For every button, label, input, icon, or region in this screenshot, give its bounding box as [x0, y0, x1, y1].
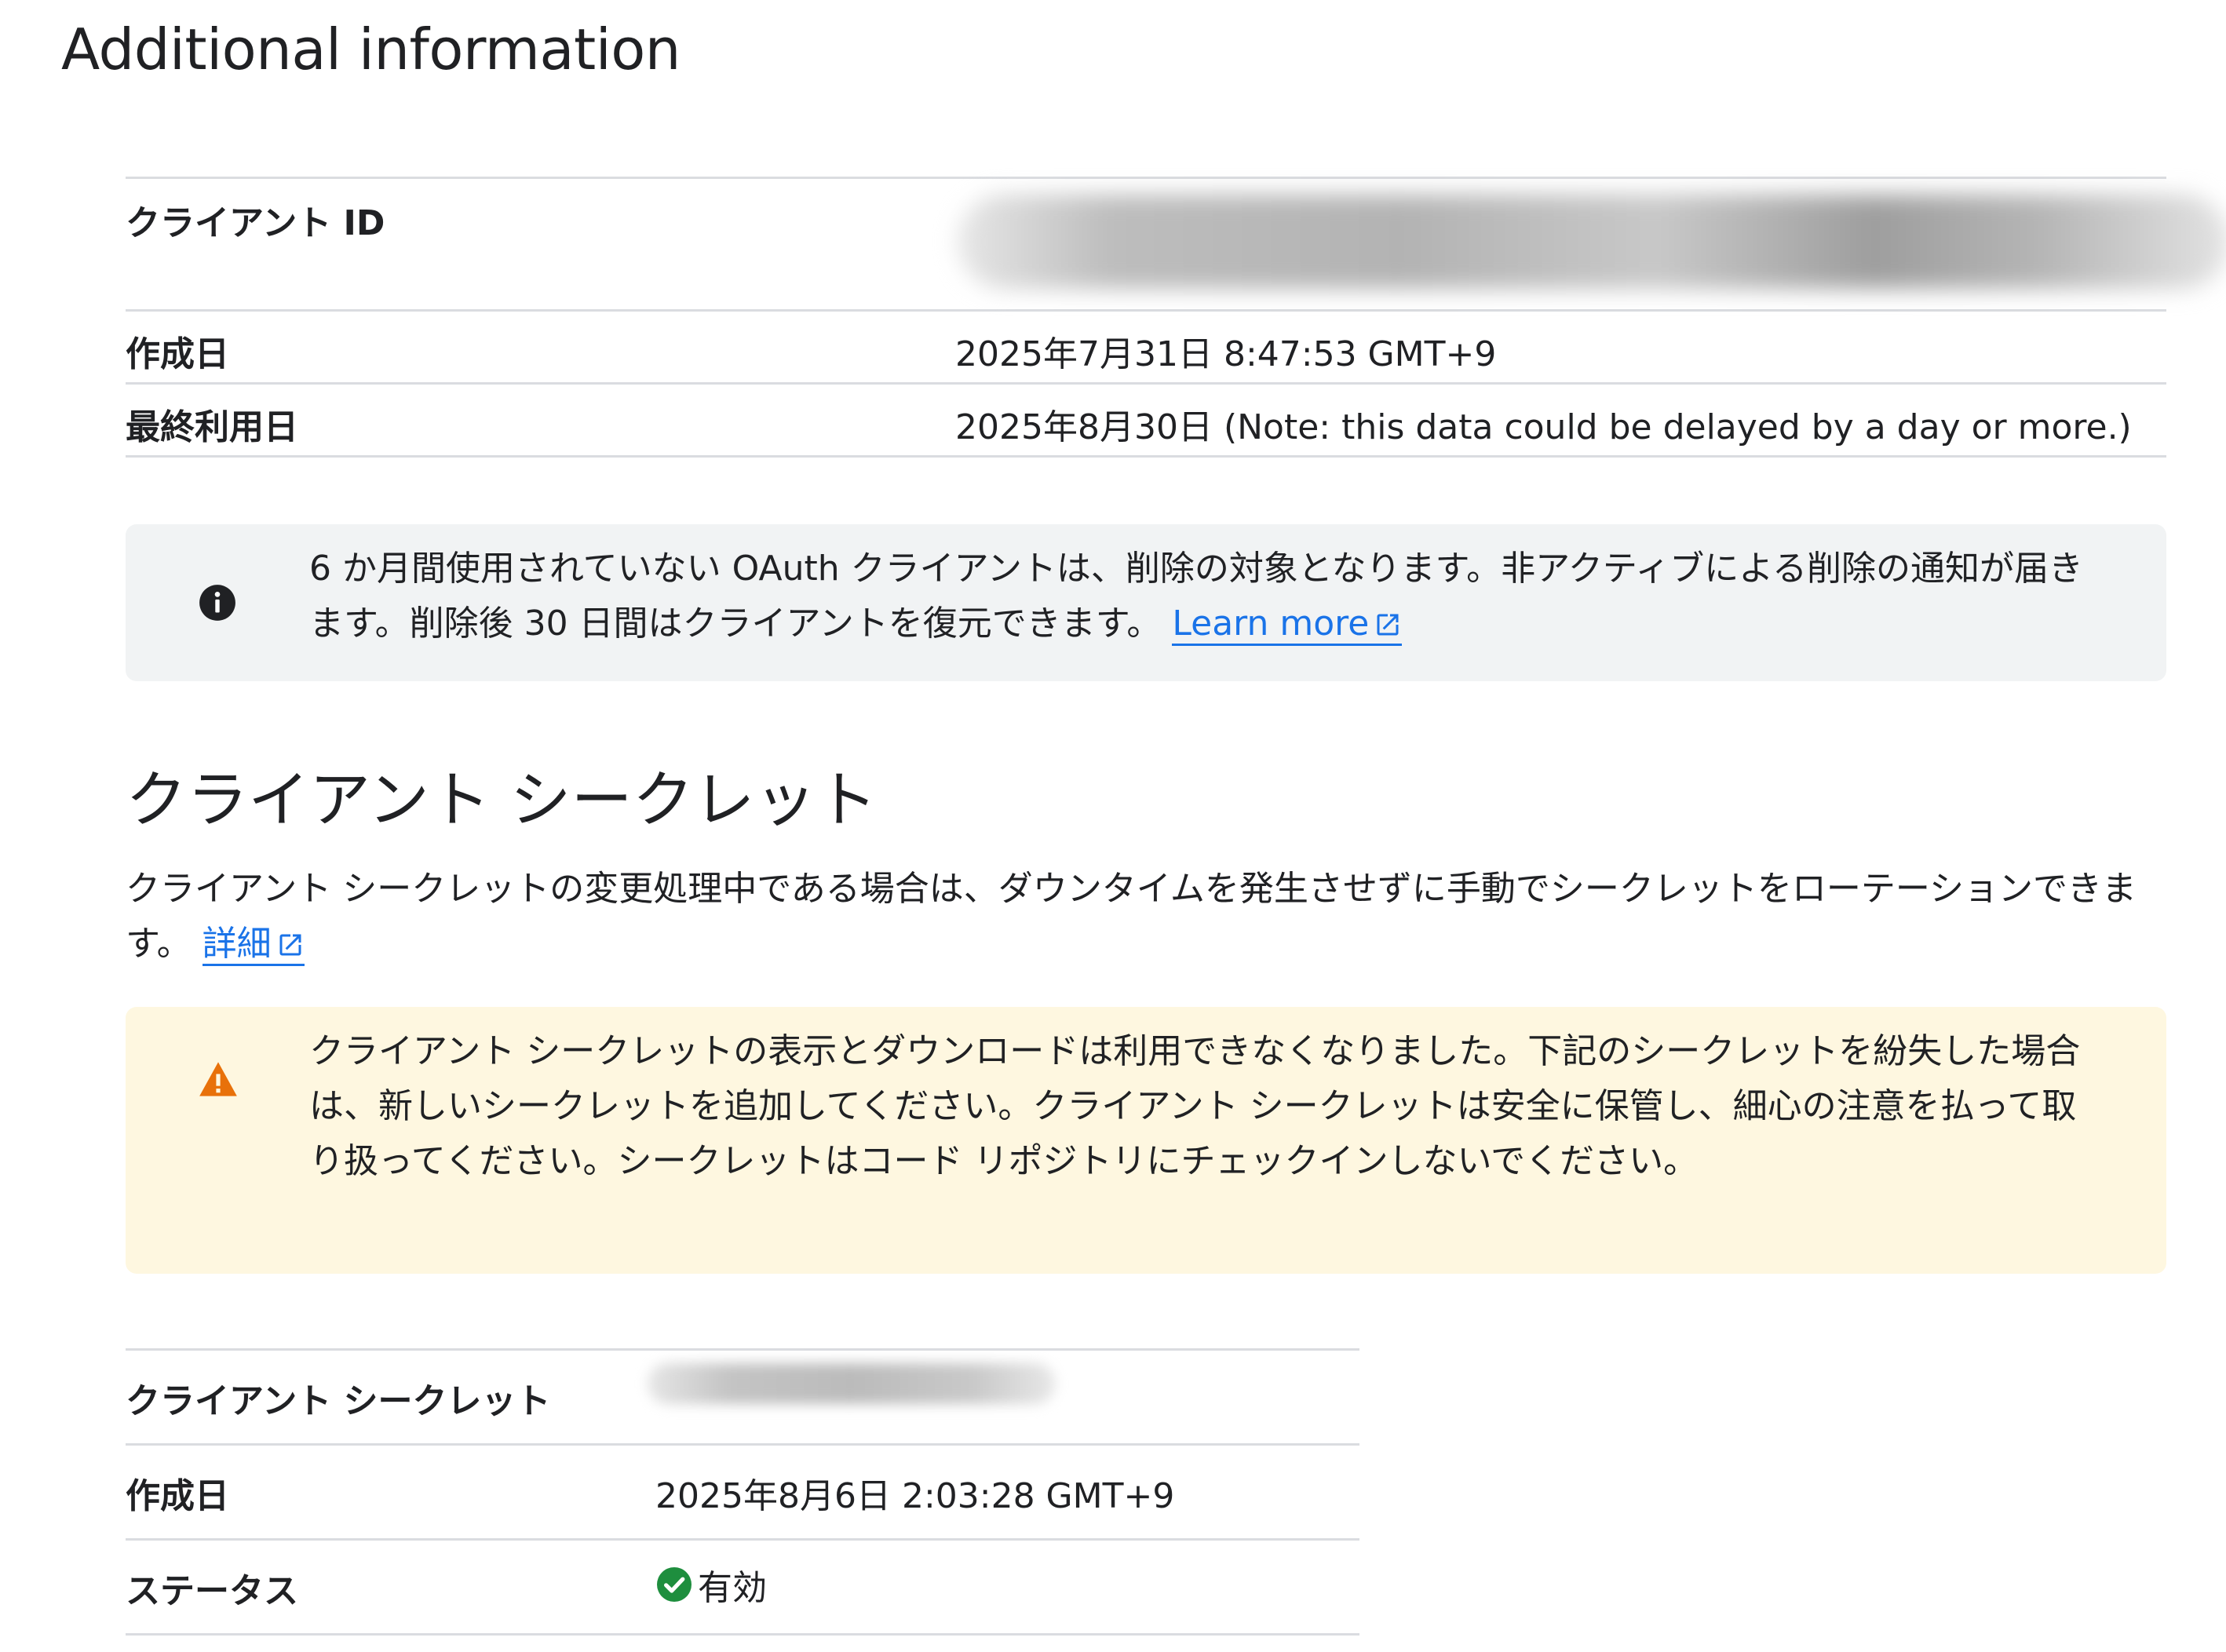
secret-status-row: ステータス 有効 — [126, 1541, 1359, 1636]
client-secret-table: クライアント シークレット 作成日 2025年8月6日 2:03:28 GMT+… — [126, 1348, 1359, 1636]
page-title: Additional information — [61, 16, 681, 82]
deletion-info-text-block: 6 か月間使用されていない OAuth クライアントは、削除の対象となります。非… — [309, 542, 2096, 651]
warning-icon — [199, 1062, 237, 1096]
secret-created-row: 作成日 2025年8月6日 2:03:28 GMT+9 — [126, 1446, 1359, 1541]
learn-more-link[interactable]: Learn more — [1172, 604, 1403, 646]
external-link-icon — [279, 934, 301, 956]
additional-information-page: Additional information クライアント ID 作成日 202… — [0, 0, 2226, 1652]
secret-status-label: ステータス — [126, 1571, 298, 1611]
last-used-value: 2025年8月30日 (Note: this data could be del… — [955, 407, 2132, 447]
client-secret-row: クライアント シークレット — [126, 1351, 1359, 1446]
secret-status-value: 有効 — [698, 1568, 767, 1608]
external-link-icon — [1377, 614, 1399, 636]
client-secret-heading: クライアント シークレット — [126, 765, 878, 836]
client-secret-description-text: クライアント シークレットの変更処理中である場合は、ダウンタイムを発生させずに手… — [126, 869, 2137, 964]
learn-more-label: Learn more — [1172, 604, 1370, 644]
client-details-table: クライアント ID 作成日 2025年7月31日 8:47:53 GMT+9 最… — [126, 177, 2226, 458]
info-icon — [199, 585, 235, 621]
created-date-label: 作成日 — [126, 334, 229, 374]
client-secret-description: クライアント シークレットの変更処理中である場合は、ダウンタイムを発生させずに手… — [126, 862, 2166, 972]
secret-created-value: 2025年8月6日 2:03:28 GMT+9 — [655, 1476, 1175, 1516]
details-link-label: 詳細 — [202, 924, 272, 964]
client-id-row: クライアント ID — [126, 179, 2226, 312]
created-date-value: 2025年7月31日 8:47:53 GMT+9 — [955, 334, 1497, 374]
last-used-label: 最終利用日 — [126, 407, 298, 447]
secret-created-label: 作成日 — [126, 1476, 229, 1516]
secret-warning-banner: クライアント シークレットの表示とダウンロードは利用できなくなりました。下記のシ… — [126, 1007, 2166, 1274]
client-id-value-redacted — [958, 195, 2226, 289]
last-used-row: 最終利用日 2025年8月30日 (Note: this data could … — [126, 385, 2166, 458]
client-secret-value-redacted — [648, 1363, 1056, 1404]
details-link[interactable]: 詳細 — [202, 924, 305, 966]
deletion-info-banner: 6 か月間使用されていない OAuth クライアントは、削除の対象となります。非… — [126, 524, 2166, 681]
status-indicator: 有効 — [655, 1559, 767, 1610]
created-date-row: 作成日 2025年7月31日 8:47:53 GMT+9 — [126, 312, 2166, 385]
secret-warning-text: クライアント シークレットの表示とダウンロードは利用できなくなりました。下記のシ… — [309, 1031, 2081, 1181]
check-circle-icon — [657, 1567, 692, 1602]
client-id-label: クライアント ID — [126, 203, 385, 243]
client-secret-label: クライアント シークレット — [126, 1381, 551, 1421]
